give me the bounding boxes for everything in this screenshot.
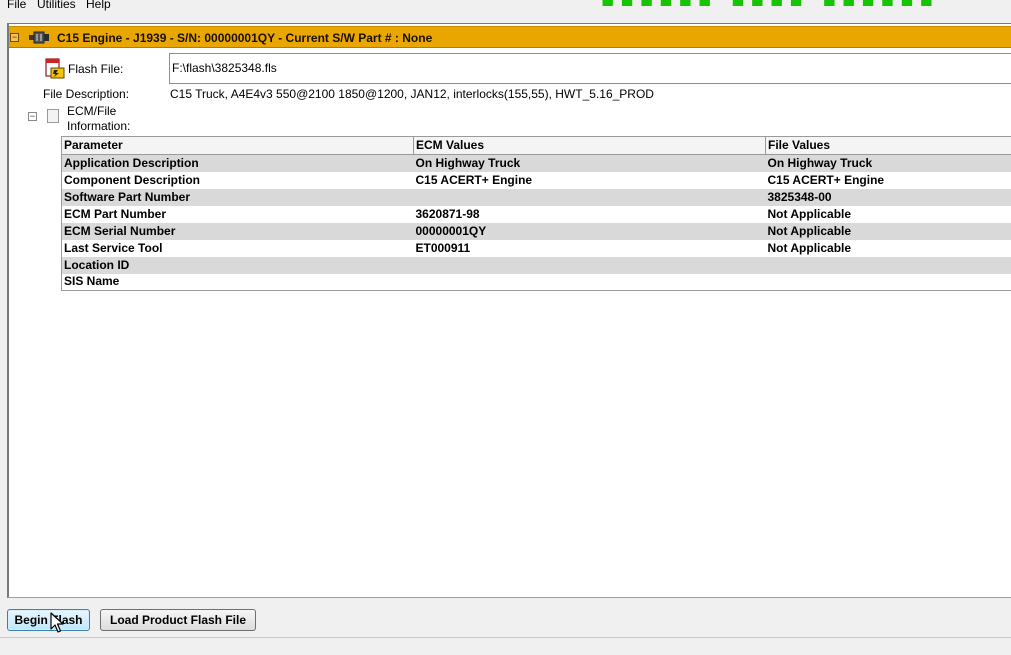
ecm-info-label-line2: Information: (67, 119, 131, 133)
cell-ecm-value: ET000911 (413, 239, 766, 257)
cell-parameter: Component Description (61, 171, 414, 189)
table-row[interactable]: SIS Name (61, 273, 1011, 291)
cell-file-value (765, 273, 1011, 291)
flash-file-label: Flash File: (68, 62, 124, 76)
cell-ecm-value (413, 256, 766, 274)
cell-file-value: 3825348-00 (765, 188, 1011, 206)
table-header-row: Parameter ECM Values File Values (61, 136, 1011, 155)
ecm-file-table: Parameter ECM Values File Values Applica… (61, 136, 1011, 291)
column-header-ecm-values[interactable]: ECM Values (413, 136, 766, 155)
video-overlay-decoration: ▮▮▮▮▮▮ ▮▮▮▮ ▮▮▮▮▮▮ (600, 0, 1011, 6)
cell-file-value (765, 256, 1011, 274)
cell-ecm-value: 3620871-98 (413, 205, 766, 223)
table-row[interactable]: Location ID (61, 256, 1011, 274)
cell-file-value: Not Applicable (765, 222, 1011, 240)
engine-title: C15 Engine - J1939 - S/N: 00000001QY - C… (57, 31, 433, 45)
document-icon (47, 109, 59, 123)
cell-ecm-value: 00000001QY (413, 222, 766, 240)
cell-ecm-value (413, 273, 766, 291)
cell-ecm-value (413, 188, 766, 206)
engine-collapse-toggle[interactable]: − (10, 33, 19, 42)
cell-parameter: ECM Serial Number (61, 222, 414, 240)
engine-header[interactable]: − C15 Engine - J1939 - S/N: 00000001QY -… (9, 26, 1011, 48)
menu-bar: File Utilities Help ▮▮▮▮▮▮ ▮▮▮▮ ▮▮▮▮▮▮ (0, 0, 1011, 12)
menu-utilities[interactable]: Utilities (37, 0, 76, 12)
cell-file-value: Not Applicable (765, 239, 1011, 257)
menu-help[interactable]: Help (86, 0, 111, 12)
menu-file[interactable]: File (7, 0, 26, 12)
begin-flash-button[interactable]: Begin Flash (7, 609, 90, 631)
table-row[interactable]: ECM Part Number 3620871-98 Not Applicabl… (61, 205, 1011, 223)
cell-parameter: ECM Part Number (61, 205, 414, 223)
cell-parameter: Application Description (61, 154, 414, 172)
engine-connector-icon (29, 31, 49, 44)
table-row[interactable]: Application Description On Highway Truck… (61, 154, 1011, 172)
table-row[interactable]: ECM Serial Number 00000001QY Not Applica… (61, 222, 1011, 240)
cell-file-value: C15 ACERT+ Engine (765, 171, 1011, 189)
cell-ecm-value: On Highway Truck (413, 154, 766, 172)
table-row[interactable]: Last Service Tool ET000911 Not Applicabl… (61, 239, 1011, 257)
cell-parameter: Location ID (61, 256, 414, 274)
cell-parameter: SIS Name (61, 273, 414, 291)
cell-parameter: Last Service Tool (61, 239, 414, 257)
ecm-info-collapse-toggle[interactable]: − (28, 112, 37, 121)
mouse-pointer-icon (50, 612, 64, 633)
cell-ecm-value: C15 ACERT+ Engine (413, 171, 766, 189)
load-product-flash-file-button[interactable]: Load Product Flash File (100, 609, 256, 631)
cell-file-value: On Highway Truck (765, 154, 1011, 172)
column-header-parameter[interactable]: Parameter (61, 136, 414, 155)
flash-file-icon (45, 58, 65, 79)
status-bar (0, 637, 1011, 655)
flash-panel: − C15 Engine - J1939 - S/N: 00000001QY -… (7, 23, 1011, 598)
ecm-info-label-line1: ECM/File (67, 104, 117, 118)
column-header-file-values[interactable]: File Values (765, 136, 1011, 155)
table-row[interactable]: Component Description C15 ACERT+ Engine … (61, 171, 1011, 189)
file-description-label: File Description: (43, 87, 130, 101)
file-description-value: C15 Truck, A4E4v3 550@2100 1850@1200, JA… (170, 87, 654, 101)
flash-file-field[interactable]: F:\flash\3825348.fls (169, 53, 1011, 84)
cell-file-value: Not Applicable (765, 205, 1011, 223)
table-row[interactable]: Software Part Number 3825348-00 (61, 188, 1011, 206)
cell-parameter: Software Part Number (61, 188, 414, 206)
